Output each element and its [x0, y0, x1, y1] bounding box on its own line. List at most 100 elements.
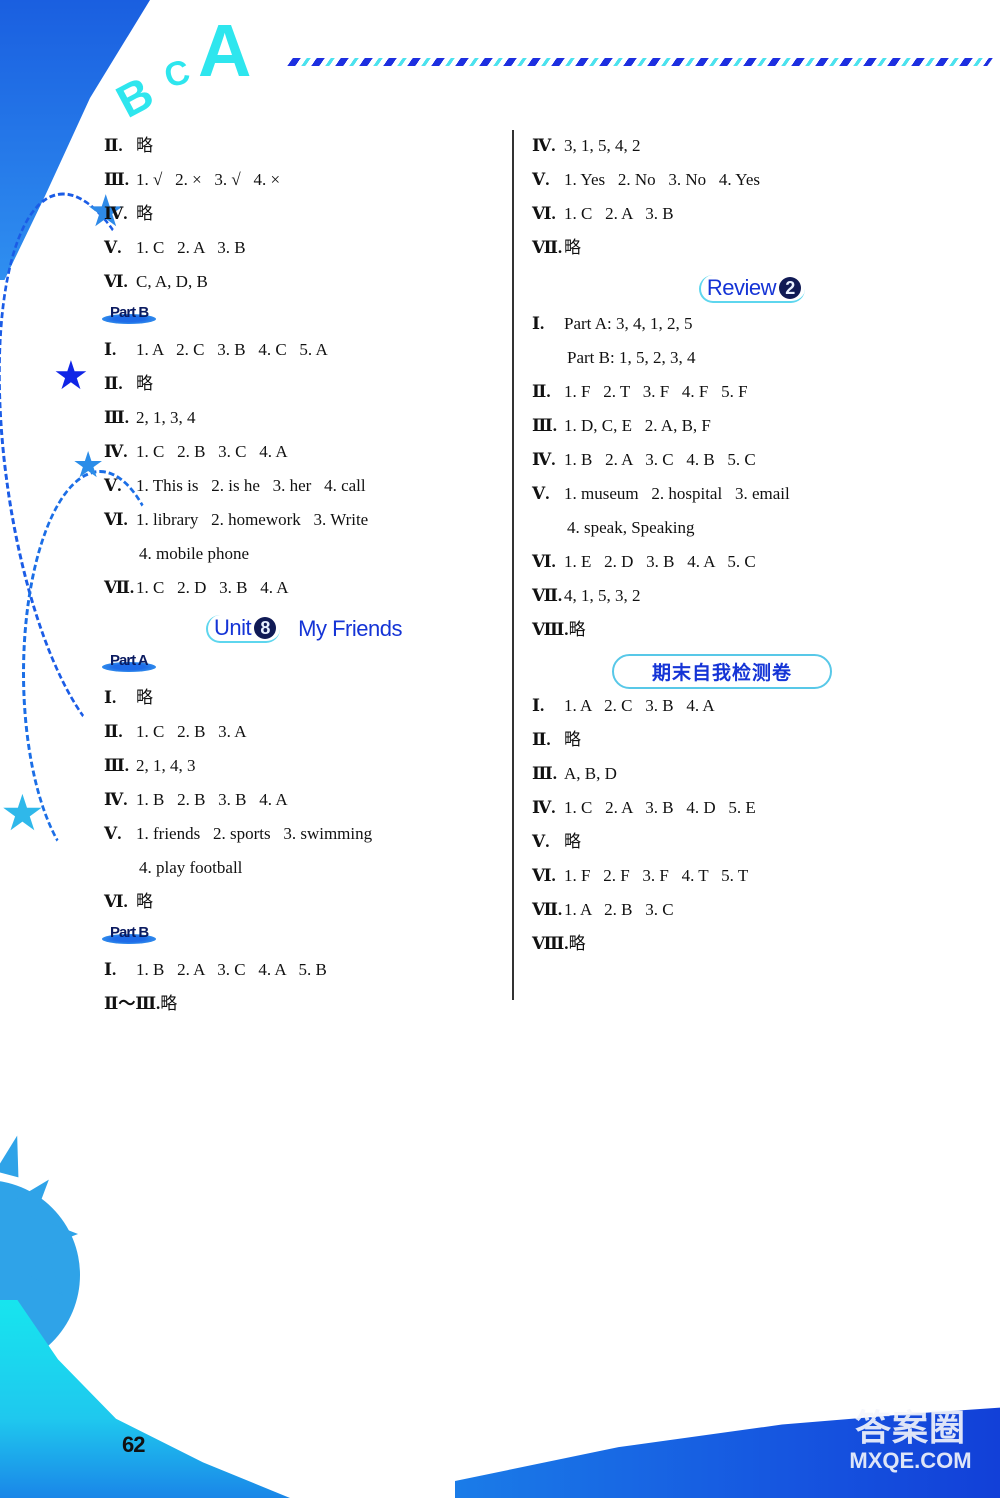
question-number: Ⅳ.	[104, 204, 128, 223]
answer-text: 略	[564, 832, 581, 851]
question-number: Ⅲ.	[104, 170, 129, 189]
answer-line: Ⅲ. 1. √ 2. × 3. √ 4. ×	[104, 166, 504, 200]
answer-text: 1. B 2. A 3. C 4. B 5. C	[564, 450, 756, 469]
question-number: Ⅱ.	[532, 730, 551, 749]
question-number: Ⅴ.	[104, 824, 122, 843]
question-number: Ⅴ.	[532, 484, 550, 503]
question-number: Ⅰ.	[532, 696, 545, 715]
answer-line: Ⅲ. A, B, D	[532, 760, 912, 794]
answer-text: 3, 1, 5, 4, 2	[564, 136, 641, 155]
answer-line: Ⅳ. 1. B 2. A 3. C 4. B 5. C	[532, 446, 912, 480]
answer-line: Ⅰ. 1. A 2. C 3. B 4. C 5. A	[104, 336, 504, 370]
answer-line: Part B: 1, 5, 2, 3, 4	[532, 344, 912, 378]
answer-line: Ⅴ. 1. friends 2. sports 3. swimming	[104, 820, 504, 854]
answer-line: Ⅰ. 1. B 2. A 3. C 4. A 5. B	[104, 956, 504, 990]
answer-line: Ⅳ. 1. C 2. B 3. C 4. A	[104, 438, 504, 472]
answer-text: 1. C 2. A 3. B	[564, 204, 674, 223]
answer-text: 略	[136, 688, 153, 707]
answer-text: 1. √ 2. × 3. √ 4. ×	[136, 170, 281, 189]
unit-title: My Friends	[298, 616, 402, 641]
unit-number-badge: 8	[254, 617, 277, 639]
answer-line: Ⅳ. 1. C 2. A 3. B 4. D 5. E	[532, 794, 912, 828]
exam-heading: 期末自我检测卷	[532, 650, 912, 692]
answer-text: 1. F 2. F 3. F 4. T 5. T	[564, 866, 749, 885]
question-number: Ⅳ.	[104, 790, 128, 809]
question-number: Ⅶ.	[104, 578, 135, 597]
answer-line: Ⅶ. 1. A 2. B 3. C	[532, 896, 912, 930]
watermark-logo-text: 答案圈	[854, 1407, 966, 1448]
answer-text: 4, 1, 5, 3, 2	[564, 586, 641, 605]
answer-list: Ⅰ. Part A: 3, 4, 1, 2, 5 Part B: 1, 5, 2, …	[532, 310, 912, 650]
question-number: Ⅲ.	[532, 416, 557, 435]
part-b-header: Part B	[101, 302, 504, 336]
answer-text: 4. play football	[139, 858, 243, 877]
unit-heading: Unit 8 My Friends	[104, 608, 504, 650]
decorative-letter-c: C	[160, 52, 194, 96]
answer-line: Ⅶ. 4, 1, 5, 3, 2	[532, 582, 912, 616]
answer-line: Ⅰ. Part A: 3, 4, 1, 2, 5	[532, 310, 912, 344]
answer-text: 略	[564, 238, 581, 257]
question-number: Ⅵ.	[104, 272, 128, 291]
answer-text: 1. friends 2. sports 3. swimming	[136, 824, 373, 843]
sun-ray	[0, 1132, 29, 1178]
answer-text: 略	[136, 892, 153, 911]
answer-list: Ⅰ. 1. B 2. A 3. C 4. A 5. B Ⅱ～Ⅲ.略	[104, 956, 504, 1024]
review-number-badge: 2	[779, 277, 802, 299]
answer-line: 4. mobile phone	[104, 540, 504, 574]
answer-text: 4. mobile phone	[139, 544, 250, 563]
answer-line: Ⅳ. 略	[104, 200, 504, 234]
answer-text: 1. library 2. homework 3. Write	[136, 510, 369, 529]
answer-line: Ⅱ. 略	[104, 370, 504, 404]
answer-line: Ⅳ. 3, 1, 5, 4, 2	[532, 132, 912, 166]
question-number: Ⅵ.	[532, 552, 556, 571]
answer-line: Ⅱ. 略	[104, 132, 504, 166]
answer-list: Ⅱ. 略 Ⅲ. 1. √ 2. × 3. √ 4. × Ⅳ. 略 Ⅴ. 1. C 2. A 3…	[104, 132, 504, 302]
part-a-header: Part A	[102, 650, 504, 684]
question-number: Ⅲ.	[104, 408, 129, 427]
answer-line: 4. speak, Speaking	[532, 514, 912, 548]
question-number: Ⅱ.	[104, 374, 123, 393]
question-number: Ⅰ.	[532, 314, 545, 333]
question-number: Ⅴ.	[532, 832, 550, 851]
answer-text: 1. A 2. C 3. B 4. C 5. A	[136, 340, 328, 359]
answer-line: Ⅲ. 1. D, C, E 2. A, B, F	[532, 412, 912, 446]
question-number: Ⅴ.	[532, 170, 550, 189]
answer-text: 1. F 2. T 3. F 4. F 5. F	[564, 382, 748, 401]
answer-text: 1. C 2. B 3. A	[136, 722, 247, 741]
review-label: Review	[706, 275, 777, 300]
answer-text: 2, 1, 4, 3	[136, 756, 196, 775]
question-number: Ⅲ.	[532, 764, 557, 783]
answer-text: 1. A 2. C 3. B 4. A	[564, 696, 715, 715]
part-b-badge: Part B	[101, 922, 157, 948]
answer-line: Ⅴ. 1. This is 2. is he 3. her 4. call	[104, 472, 504, 506]
watermark-url: MXQE.COM	[849, 1448, 972, 1473]
answer-text: 略	[136, 136, 153, 155]
answer-list: Ⅳ. 3, 1, 5, 4, 2 Ⅴ. 1. Yes 2. No 3. No 4. Y…	[532, 132, 912, 268]
answer-line: Ⅴ. 1. C 2. A 3. B	[104, 234, 504, 268]
answer-text: 1. B 2. B 3. B 4. A	[136, 790, 288, 809]
question-number: Ⅵ.	[532, 866, 556, 885]
answer-line: Ⅲ. 2, 1, 4, 3	[104, 752, 504, 786]
answer-text: 1. Yes 2. No 3. No 4. Yes	[564, 170, 761, 189]
answer-text: 1. C 2. D 3. B 4. A	[136, 578, 289, 597]
star-icon: ★	[0, 784, 45, 842]
answer-list: Ⅰ. 1. A 2. C 3. B 4. A Ⅱ. 略 Ⅲ. A, B, D Ⅳ. 1. C …	[532, 692, 912, 964]
answer-text: 1. C 2. B 3. C 4. A	[136, 442, 288, 461]
answer-line: Ⅵ. C, A, D, B	[104, 268, 504, 302]
question-number: Ⅵ.	[104, 892, 128, 911]
question-number: Ⅱ.	[532, 382, 551, 401]
answer-line: Ⅵ. 1. library 2. homework 3. Write	[104, 506, 504, 540]
answer-text: 略	[568, 934, 586, 953]
question-number: Ⅶ.	[532, 586, 563, 605]
answer-line: 4. play football	[104, 854, 504, 888]
answer-list: Ⅰ. 略 Ⅱ. 1. C 2. B 3. A Ⅲ. 2, 1, 4, 3 Ⅳ. 1. B 2.…	[104, 684, 504, 922]
answer-text: 1. This is 2. is he 3. her 4. call	[136, 476, 366, 495]
answer-line: Ⅲ. 2, 1, 3, 4	[104, 404, 504, 438]
question-number: Ⅳ.	[532, 136, 556, 155]
answer-line: Ⅴ. 1. Yes 2. No 3. No 4. Yes	[532, 166, 912, 200]
question-number: Ⅵ.	[104, 510, 128, 529]
exam-title: 期末自我检测卷	[611, 653, 832, 689]
answer-text: 2, 1, 3, 4	[136, 408, 196, 427]
answer-line: Ⅵ. 1. C 2. A 3. B	[532, 200, 912, 234]
answer-line: Ⅱ. 略	[532, 726, 912, 760]
